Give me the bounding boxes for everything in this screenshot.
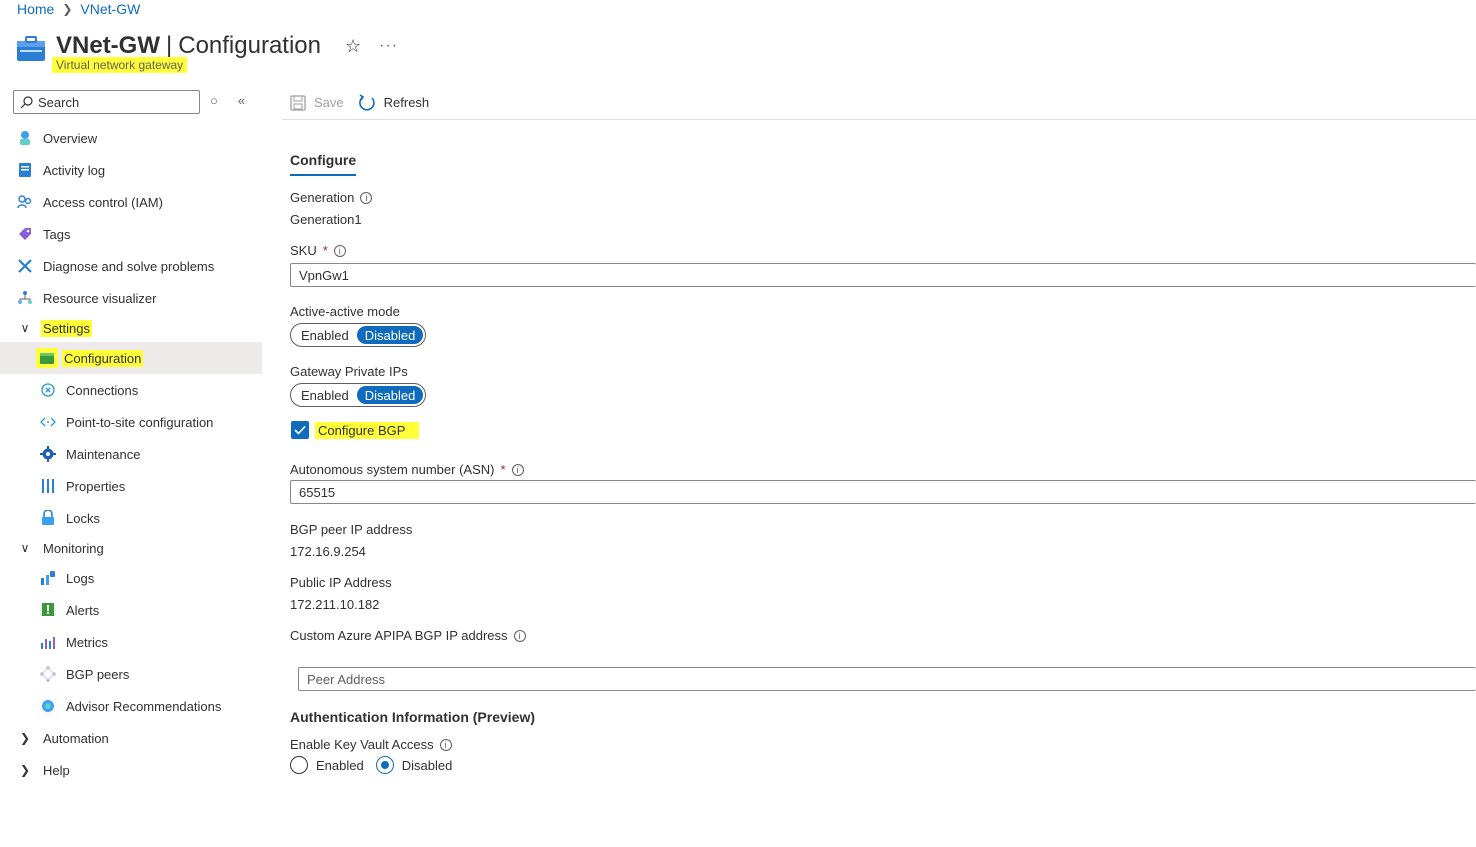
overview-icon xyxy=(17,130,33,146)
configure-bgp-label: Configure BGP xyxy=(315,421,420,439)
sidebar-item-properties[interactable]: Properties xyxy=(0,470,262,502)
sidebar-item-metrics[interactable]: Metrics xyxy=(0,626,262,658)
users-icon xyxy=(17,194,33,210)
collapse-sidebar-icon[interactable]: « xyxy=(238,93,245,108)
properties-icon xyxy=(40,478,56,494)
lock-icon xyxy=(40,510,56,526)
public-ip-value: 172.211.10.182 xyxy=(290,597,380,612)
gateway-private-enabled-option[interactable]: Enabled xyxy=(293,386,357,404)
tab-configure[interactable]: Configure xyxy=(290,152,357,176)
configure-bgp-checkbox[interactable] xyxy=(291,421,309,439)
refresh-button[interactable]: Refresh xyxy=(358,93,429,112)
expand-collapse-icon[interactable]: ○ xyxy=(210,93,218,108)
chevron-down-icon: ∨ xyxy=(20,321,30,335)
keyvault-disabled-radio[interactable] xyxy=(375,756,394,774)
sidebar-group-settings[interactable]: ∨ Settings xyxy=(0,314,262,342)
asn-input[interactable]: 65515 xyxy=(290,480,1476,504)
info-icon[interactable]: i xyxy=(513,629,526,642)
sidebar-group-monitoring[interactable]: ∨ Monitoring xyxy=(0,534,262,562)
active-active-disabled-option[interactable]: Disabled xyxy=(356,326,424,344)
checkmark-icon xyxy=(294,425,306,435)
point-to-site-icon xyxy=(40,414,56,430)
info-icon[interactable]: i xyxy=(439,738,452,751)
configuration-icon xyxy=(36,348,58,368)
resource-type-subtitle: Virtual network gateway xyxy=(52,57,188,73)
keyvault-enabled-label: Enabled xyxy=(316,757,364,773)
bgp-peer-ip-label: BGP peer IP address xyxy=(290,522,413,537)
asn-label: Autonomous system number (ASN) * i xyxy=(290,462,524,477)
sidebar-item-bgp-peers[interactable]: BGP peers xyxy=(0,658,262,690)
gateway-private-ips-toggle[interactable]: Enabled Disabled xyxy=(290,383,427,407)
sku-dropdown[interactable]: VpnGw1 xyxy=(290,263,1476,287)
more-options-icon[interactable]: ··· xyxy=(379,37,398,55)
page-title: VNet-GW | Configuration xyxy=(56,32,321,59)
breadcrumb-resource-link[interactable]: VNet-GW xyxy=(80,1,140,17)
sidebar-item-connections[interactable]: Connections xyxy=(0,374,262,406)
command-bar: Save Refresh xyxy=(282,86,1476,120)
chevron-right-icon: ❯ xyxy=(19,763,31,777)
generation-value: Generation1 xyxy=(290,212,362,227)
connections-icon xyxy=(40,382,56,398)
configure-bgp-checkbox-row[interactable]: Configure BGP xyxy=(291,421,420,439)
sidebar-item-overview[interactable]: Overview xyxy=(0,122,262,154)
gear-icon xyxy=(40,446,56,462)
auth-section-title: Authentication Information (Preview) xyxy=(290,709,536,725)
breadcrumb-home-link[interactable]: Home xyxy=(17,1,54,17)
keyvault-label: Enable Key Vault Access i xyxy=(290,737,452,752)
refresh-icon xyxy=(358,93,375,111)
chevron-right-icon: ❯ xyxy=(62,2,73,16)
sidebar-item-diagnose[interactable]: Diagnose and solve problems xyxy=(0,250,262,282)
peer-address-input[interactable]: Peer Address xyxy=(298,667,1476,691)
sidebar-item-alerts[interactable]: Alerts xyxy=(0,594,262,626)
active-active-label: Active-active mode xyxy=(290,304,400,319)
sku-label: SKU * i xyxy=(290,243,346,258)
chevron-right-icon: ❯ xyxy=(19,731,31,745)
logs-icon xyxy=(40,570,56,586)
alert-icon xyxy=(40,602,56,618)
active-active-enabled-option[interactable]: Enabled xyxy=(293,326,357,344)
info-icon[interactable]: i xyxy=(333,244,346,257)
sidebar-item-locks[interactable]: Locks xyxy=(0,502,262,534)
public-ip-label: Public IP Address xyxy=(290,575,392,590)
sidebar-item-resource-visualizer[interactable]: Resource visualizer xyxy=(0,282,262,314)
sidebar-item-maintenance[interactable]: Maintenance xyxy=(0,438,262,470)
sidebar-item-configuration[interactable]: Configuration xyxy=(0,342,262,374)
hierarchy-icon xyxy=(17,290,33,306)
gateway-private-ips-label: Gateway Private IPs xyxy=(290,364,408,379)
chevron-down-icon: ∨ xyxy=(20,541,30,555)
sidebar-item-tags[interactable]: Tags xyxy=(0,218,262,250)
save-icon xyxy=(290,94,306,111)
sidebar-item-logs[interactable]: Logs xyxy=(0,562,262,594)
info-icon[interactable]: i xyxy=(360,191,373,204)
wrench-icon xyxy=(17,258,33,274)
sidebar-group-automation[interactable]: ❯ Automation xyxy=(0,722,262,754)
sidebar-item-advisor[interactable]: Advisor Recommendations xyxy=(0,690,262,722)
virtual-network-gateway-icon xyxy=(17,36,45,61)
gateway-private-disabled-option[interactable]: Disabled xyxy=(356,386,424,404)
apipa-label: Custom Azure APIPA BGP IP address i xyxy=(290,628,526,643)
active-active-toggle[interactable]: Enabled Disabled xyxy=(290,323,427,347)
search-input[interactable]: Search xyxy=(13,90,200,114)
keyvault-enabled-radio[interactable] xyxy=(290,756,308,774)
keyvault-disabled-label: Disabled xyxy=(401,757,453,773)
sidebar-item-access-control[interactable]: Access control (IAM) xyxy=(0,186,262,218)
bgp-peers-icon xyxy=(40,666,56,682)
info-icon[interactable]: i xyxy=(511,463,524,476)
sidebar-item-activity-log[interactable]: Activity log xyxy=(0,154,262,186)
metrics-icon xyxy=(40,634,56,650)
star-favorite-icon[interactable]: ☆ xyxy=(345,36,361,57)
tag-icon xyxy=(17,226,33,242)
sidebar-group-help[interactable]: ❯ Help xyxy=(0,754,262,786)
breadcrumb: Home ❯ VNet-GW xyxy=(17,1,140,17)
sidebar-nav: Overview Activity log Access control (IA… xyxy=(0,122,262,786)
bgp-peer-ip-value: 172.16.9.254 xyxy=(290,544,366,559)
advisor-icon xyxy=(40,698,56,714)
save-button[interactable]: Save xyxy=(290,94,344,111)
sidebar-item-point-to-site[interactable]: Point-to-site configuration xyxy=(0,406,262,438)
keyvault-radio-group: Enabled Disabled xyxy=(290,756,452,774)
generation-label: Generation i xyxy=(290,190,373,205)
search-icon xyxy=(20,95,33,108)
activity-log-icon xyxy=(17,162,33,178)
